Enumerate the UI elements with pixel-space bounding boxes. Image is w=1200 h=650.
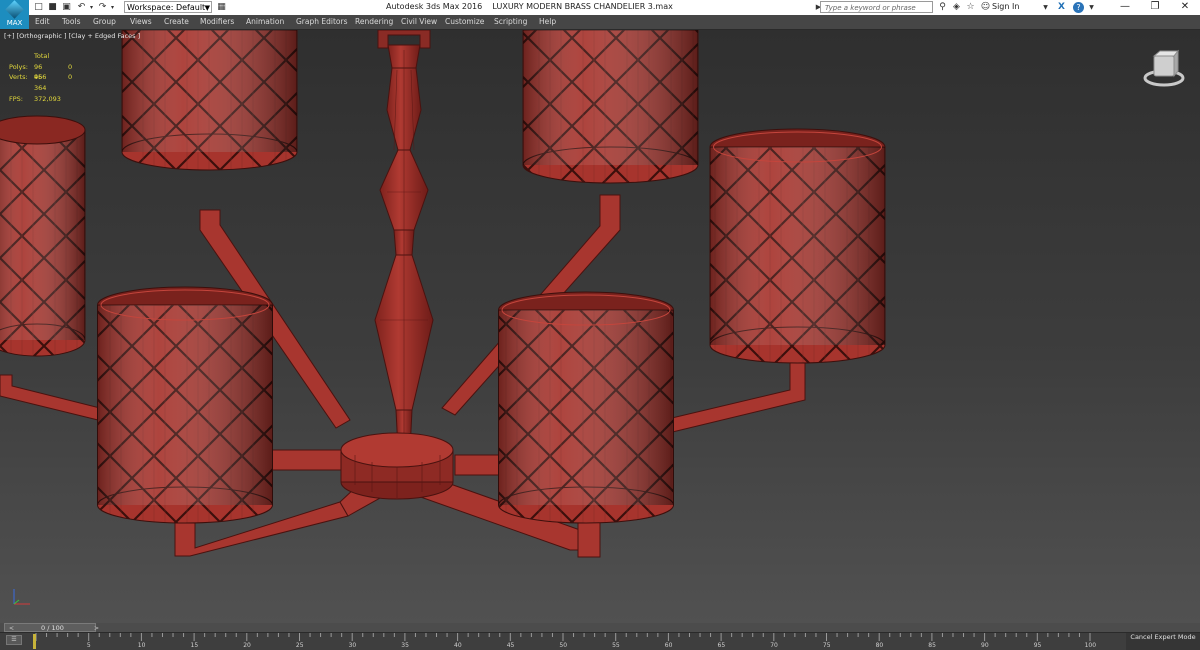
polys-selected: 0 [68, 62, 73, 71]
menu-graph-editors[interactable]: Graph Editors [296, 16, 348, 28]
track-tick-label: 20 [243, 642, 251, 649]
search-input[interactable]: Type a keyword or phrase [820, 1, 933, 13]
chevron-down-icon: ▼ [204, 4, 210, 12]
track-tick-label: 60 [664, 642, 673, 649]
new-icon[interactable]: □ [33, 2, 44, 13]
shade-top-left [121, 30, 298, 171]
track-tick-label: 85 [928, 642, 936, 649]
menu-customize[interactable]: Customize [445, 16, 484, 28]
track-bar-toggle-icon[interactable]: ☰ [6, 635, 22, 645]
menu-tools[interactable]: Tools [62, 16, 80, 28]
save-icon[interactable]: ▣ [61, 2, 72, 13]
chevron-down-icon[interactable]: ▼ [1040, 2, 1051, 13]
project-folder-icon[interactable]: ▦ [216, 2, 227, 13]
cancel-expert-mode-button[interactable]: Cancel Expert Mode [1126, 633, 1200, 650]
track-tick-label: 10 [137, 642, 146, 649]
track-tick-label: 35 [401, 642, 409, 649]
sign-in-button[interactable]: Sign In [992, 2, 1019, 11]
workspace-label: Workspace: Default [127, 3, 206, 12]
viewport[interactable]: [+] [Orthographic ] [Clay + Edged Faces … [0, 30, 1200, 623]
viewport-label[interactable]: [+] [Orthographic ] [Clay + Edged Faces … [4, 32, 140, 40]
star-icon[interactable]: ☆ [965, 2, 976, 13]
window-title: Autodesk 3ds Max 2016 LUXURY MODERN BRAS… [386, 2, 673, 11]
track-tick-label: 95 [1033, 642, 1042, 649]
menu-create[interactable]: Create [164, 16, 189, 28]
central-column [340, 30, 454, 500]
track-tick-label: 30 [348, 642, 357, 649]
time-slider-handle[interactable] [33, 634, 36, 649]
redo-dropdown-icon[interactable]: ▾ [107, 2, 118, 13]
menu-help[interactable]: Help [539, 16, 556, 28]
open-icon[interactable]: ■ [47, 2, 58, 13]
chandelier-model[interactable] [0, 30, 1200, 623]
track-tick-label: 40 [454, 642, 462, 649]
shade-bottom-left [97, 286, 273, 524]
time-slider[interactable]: < 0 / 100 > [4, 623, 99, 632]
track-tick-label: 70 [770, 642, 778, 649]
viewcube-icon[interactable] [1142, 48, 1186, 92]
menu-rendering[interactable]: Rendering [355, 16, 393, 28]
track-tick-label: 55 [612, 642, 620, 649]
verts-selected: 0 [68, 73, 73, 81]
app-logo[interactable]: MAX [0, 0, 29, 29]
track-tick-label: 80 [875, 642, 884, 649]
track-tick-label: 75 [822, 642, 831, 649]
title-bar: □ ■ ▣ ↶ ▾ ↷ ▾ Workspace: Default ▼ ▦ Aut… [0, 0, 1200, 16]
verts-label: Verts: [9, 73, 28, 81]
menu-group[interactable]: Group [93, 16, 116, 28]
favorites-icon[interactable]: ◈ [951, 2, 962, 13]
track-tick-label: 5 [86, 642, 91, 649]
menu-edit[interactable]: Edit [35, 16, 50, 28]
max-logo-icon [5, 0, 24, 19]
undo-dropdown-icon[interactable]: ▾ [86, 2, 97, 13]
file-name: LUXURY MODERN BRASS CHANDELIER 3.max [492, 2, 673, 11]
track-tick-label: 45 [506, 642, 515, 649]
help-icon[interactable]: ? [1073, 2, 1084, 13]
track-tick-label: 25 [295, 642, 304, 649]
track-tick-label: 100 [1084, 642, 1097, 649]
axis-gizmo-icon [13, 589, 30, 605]
track-bar[interactable]: ☰ 05101520253035404550556065707580859095… [0, 632, 1200, 650]
polys-label: Polys: [9, 62, 28, 71]
app-logo-text: MAX [6, 19, 23, 27]
shade-left-edge [0, 115, 86, 357]
menu-views[interactable]: Views [130, 16, 152, 28]
workspace-dropdown[interactable]: Workspace: Default ▼ [124, 1, 212, 13]
fps-value: 372,093 [34, 94, 61, 103]
track-tick-label: 90 [981, 642, 989, 649]
shade-bottom-right [498, 291, 674, 524]
menu-scripting[interactable]: Scripting [494, 16, 527, 28]
menu-modifiers[interactable]: Modifiers [200, 16, 234, 28]
fps-label: FPS: [9, 94, 23, 103]
menu-civil-view[interactable]: Civil View [401, 16, 437, 28]
stats-header: Total [34, 52, 50, 60]
shade-right [709, 128, 886, 364]
search-icon[interactable]: ⚲ [937, 2, 948, 13]
maximize-button[interactable]: ❐ [1140, 0, 1170, 14]
time-bar: < 0 / 100 > [0, 623, 1200, 632]
menu-bar: Edit Tools Group Views Create Modifiers … [0, 15, 1200, 30]
user-icon[interactable]: ☺ [980, 2, 991, 13]
shade-top-right [522, 30, 699, 184]
menu-animation[interactable]: Animation [246, 16, 284, 28]
app-name: Autodesk 3ds Max 2016 [386, 2, 483, 11]
minimize-button[interactable]: — [1110, 0, 1140, 14]
verts-value: 96 364 [34, 73, 47, 92]
track-tick-label: 15 [190, 642, 199, 649]
track-tick-label: 50 [559, 642, 568, 649]
autodesk-x-icon[interactable]: X [1056, 2, 1067, 13]
chevron-down-icon[interactable]: ▼ [1086, 2, 1097, 13]
track-tick-label: 65 [717, 642, 726, 649]
close-button[interactable]: ✕ [1170, 0, 1200, 14]
